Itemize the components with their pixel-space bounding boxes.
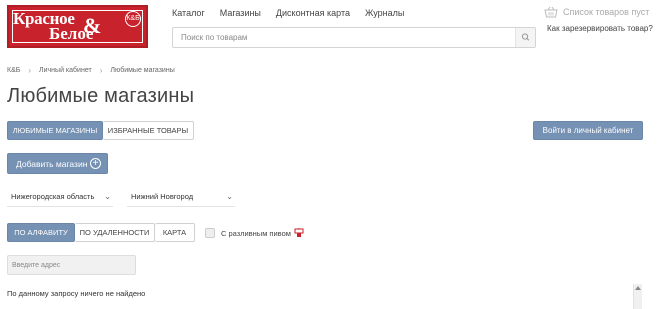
address-input[interactable] bbox=[7, 255, 136, 275]
cart-status: Список товаров пуст bbox=[563, 7, 650, 17]
tab-selected-products[interactable]: ИЗБРАННЫЕ ТОВАРЫ bbox=[103, 121, 194, 140]
nav-item-catalog[interactable]: Каталог bbox=[172, 8, 205, 18]
chevron-right-icon: › bbox=[28, 66, 32, 75]
chevron-right-icon: › bbox=[99, 66, 103, 75]
login-button[interactable]: Войти в личный кабинет bbox=[533, 121, 643, 140]
draft-beer-label: С разливным пивом bbox=[221, 228, 291, 238]
add-shop-label: Добавить магазин bbox=[16, 158, 88, 169]
chevron-down-icon: ⌄ bbox=[226, 192, 233, 201]
nav-item-discount-card[interactable]: Дисконтная карта bbox=[276, 8, 350, 18]
tab-favorite-shops[interactable]: ЛЮБИМЫЕ МАГАЗИНЫ bbox=[7, 121, 103, 140]
main-nav: Каталог Магазины Дисконтная карта Журнал… bbox=[172, 8, 419, 18]
region-select[interactable]: Нижегородская область ⌄ bbox=[7, 188, 113, 207]
search-button[interactable] bbox=[515, 28, 535, 47]
brand-logo[interactable]: Красное & Белое К&Б bbox=[7, 5, 148, 48]
sort-distance-tab[interactable]: ПО УДАЛЕННОСТИ bbox=[75, 223, 155, 242]
chevron-down-icon: ⌄ bbox=[104, 192, 111, 201]
search-icon bbox=[521, 33, 530, 41]
map-tab[interactable]: КАРТА bbox=[155, 223, 195, 242]
search-input[interactable] bbox=[173, 28, 515, 47]
draft-beer-checkbox[interactable] bbox=[205, 228, 215, 238]
beer-tap-icon bbox=[294, 228, 304, 237]
plus-circle-icon: + bbox=[90, 158, 101, 169]
basket-icon bbox=[544, 6, 558, 18]
breadcrumb-home[interactable]: К&Б bbox=[7, 67, 20, 74]
breadcrumb: К&Б › Личный кабинет › Любимые магазины bbox=[7, 66, 175, 75]
region-select-value: Нижегородская область bbox=[11, 192, 95, 201]
logo-word-white: Белое bbox=[49, 24, 94, 43]
scroll-up-arrow-icon[interactable] bbox=[635, 286, 641, 290]
search-bar bbox=[172, 27, 536, 48]
breadcrumb-current: Любимые магазины bbox=[110, 67, 175, 74]
city-select-value: Нижний Новгород bbox=[131, 192, 194, 201]
cart-widget[interactable]: Список товаров пуст bbox=[544, 6, 649, 18]
breadcrumb-account[interactable]: Личный кабинет bbox=[39, 67, 92, 74]
results-scrollbar[interactable] bbox=[633, 284, 642, 309]
logo-badge: К&Б bbox=[125, 11, 141, 27]
draft-beer-filter[interactable]: С разливным пивом bbox=[205, 228, 304, 238]
nav-item-magazines[interactable]: Журналы bbox=[365, 8, 404, 18]
sort-alphabet-tab[interactable]: ПО АЛФАВИТУ bbox=[7, 223, 75, 242]
nav-item-shops[interactable]: Магазины bbox=[220, 8, 261, 18]
city-select[interactable]: Нижний Новгород ⌄ bbox=[127, 188, 235, 207]
add-shop-button[interactable]: Добавить магазин + bbox=[7, 153, 108, 174]
empty-result-message: По данному запросу ничего не найдено bbox=[7, 289, 146, 298]
reserve-help-link[interactable]: Как зарезервировать товар? bbox=[547, 24, 653, 33]
page-title: Любимые магазины bbox=[7, 85, 195, 107]
